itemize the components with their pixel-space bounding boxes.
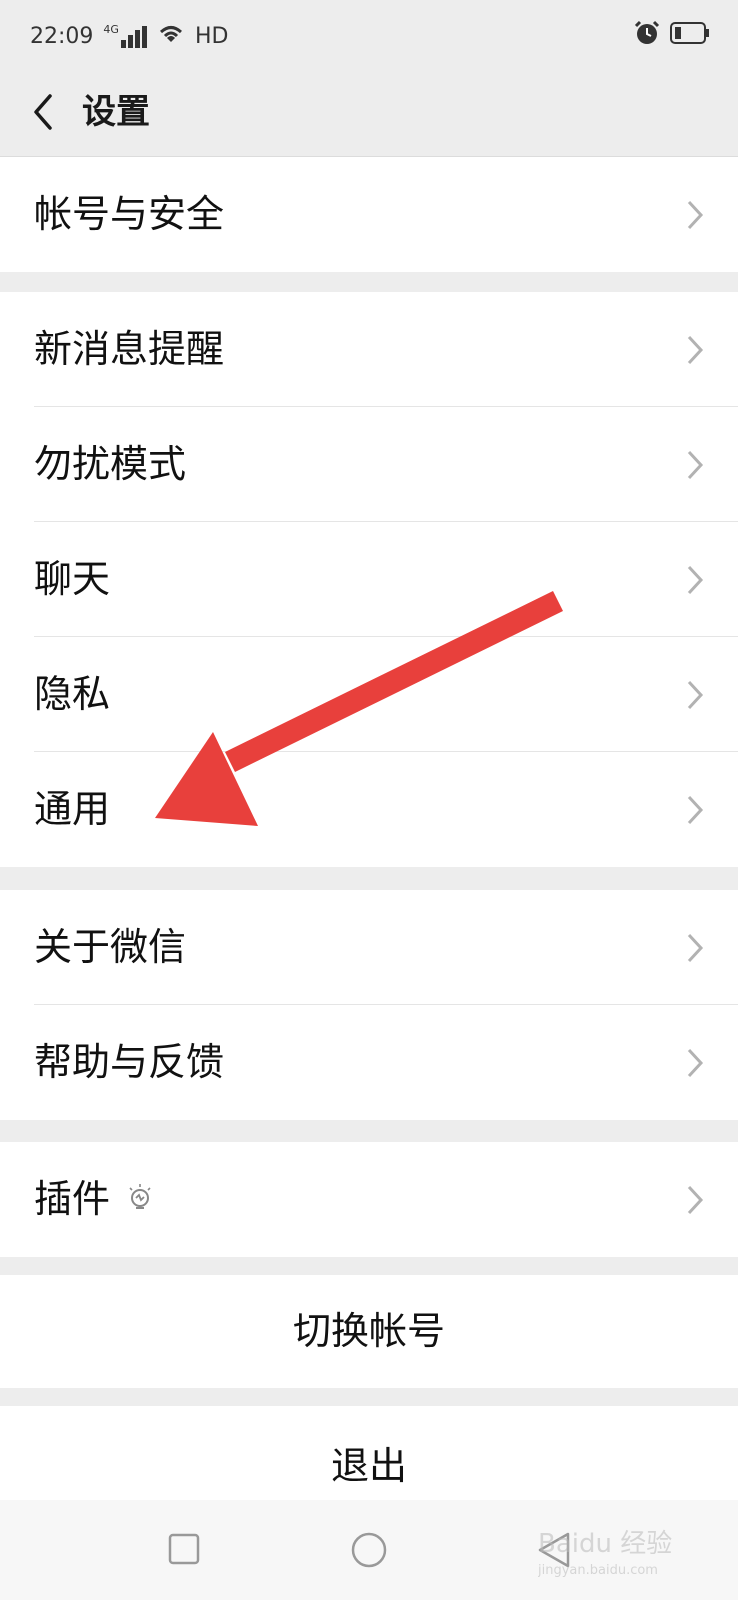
chevron-right-icon — [687, 795, 704, 825]
hd-label: HD — [194, 23, 229, 49]
settings-item-about[interactable]: 关于微信 — [0, 890, 738, 1005]
battery-icon — [670, 22, 710, 50]
home-icon[interactable] — [350, 1531, 388, 1569]
settings-item-label: 勿扰模式 — [34, 442, 187, 486]
chevron-right-icon — [687, 1185, 704, 1215]
section-account: 帐号与安全 — [0, 157, 738, 272]
logout-label: 退出 — [330, 1444, 407, 1488]
chevron-right-icon — [687, 450, 704, 480]
section-general: 新消息提醒 勿扰模式 聊天 隐私 通用 — [0, 292, 738, 867]
settings-item-privacy[interactable]: 隐私 — [0, 637, 738, 752]
alarm-icon — [634, 20, 660, 52]
network-type: 4G — [103, 23, 119, 36]
recent-apps-icon[interactable] — [168, 1533, 200, 1565]
chevron-right-icon — [687, 1048, 704, 1078]
switch-account-label: 切换帐号 — [292, 1309, 445, 1353]
settings-item-account-security[interactable]: 帐号与安全 — [0, 157, 738, 272]
chevron-right-icon — [687, 565, 704, 595]
settings-item-label: 聊天 — [34, 557, 111, 601]
chevron-right-icon — [687, 335, 704, 365]
page-title: 设置 — [82, 92, 150, 132]
chevron-right-icon — [687, 933, 704, 963]
status-left: 22:09 4G HD — [30, 22, 228, 50]
settings-item-label: 帐号与安全 — [34, 192, 225, 236]
section-plugins: 插件 — [0, 1142, 738, 1257]
settings-item-label: 隐私 — [34, 672, 111, 716]
switch-account-button[interactable]: 切换帐号 — [0, 1275, 738, 1388]
section-about: 关于微信 帮助与反馈 — [0, 890, 738, 1120]
settings-item-label: 新消息提醒 — [34, 327, 225, 371]
settings-item-label: 关于微信 — [34, 925, 187, 969]
baidu-watermark: Baidu 经验 jingyan.baidu.com — [538, 1529, 672, 1578]
settings-item-help-feedback[interactable]: 帮助与反馈 — [0, 1005, 738, 1120]
watermark-sub: jingyan.baidu.com — [538, 1563, 658, 1578]
settings-item-notifications[interactable]: 新消息提醒 — [0, 292, 738, 407]
signal-icon: 4G — [103, 24, 147, 48]
settings-item-label: 帮助与反馈 — [34, 1040, 225, 1084]
watermark-text: Baidu 经验 — [538, 1529, 672, 1559]
lightbulb-icon — [129, 1184, 151, 1209]
settings-item-plugins[interactable]: 插件 — [0, 1142, 738, 1257]
settings-item-label: 通用 — [34, 787, 111, 831]
chevron-right-icon — [687, 200, 704, 230]
chevron-right-icon — [687, 680, 704, 710]
settings-item-chat[interactable]: 聊天 — [0, 522, 738, 637]
settings-item-do-not-disturb[interactable]: 勿扰模式 — [0, 407, 738, 522]
logout-button[interactable]: 退出 — [0, 1406, 738, 1500]
settings-item-general[interactable]: 通用 — [0, 752, 738, 867]
status-time: 22:09 — [30, 23, 94, 49]
nav-bar: 设置 — [0, 72, 738, 157]
chevron-left-icon[interactable] — [26, 88, 66, 136]
status-bar: 22:09 4G HD — [0, 0, 738, 72]
settings-item-label: 插件 — [34, 1177, 111, 1221]
status-right — [634, 20, 710, 52]
wifi-icon — [157, 22, 185, 50]
